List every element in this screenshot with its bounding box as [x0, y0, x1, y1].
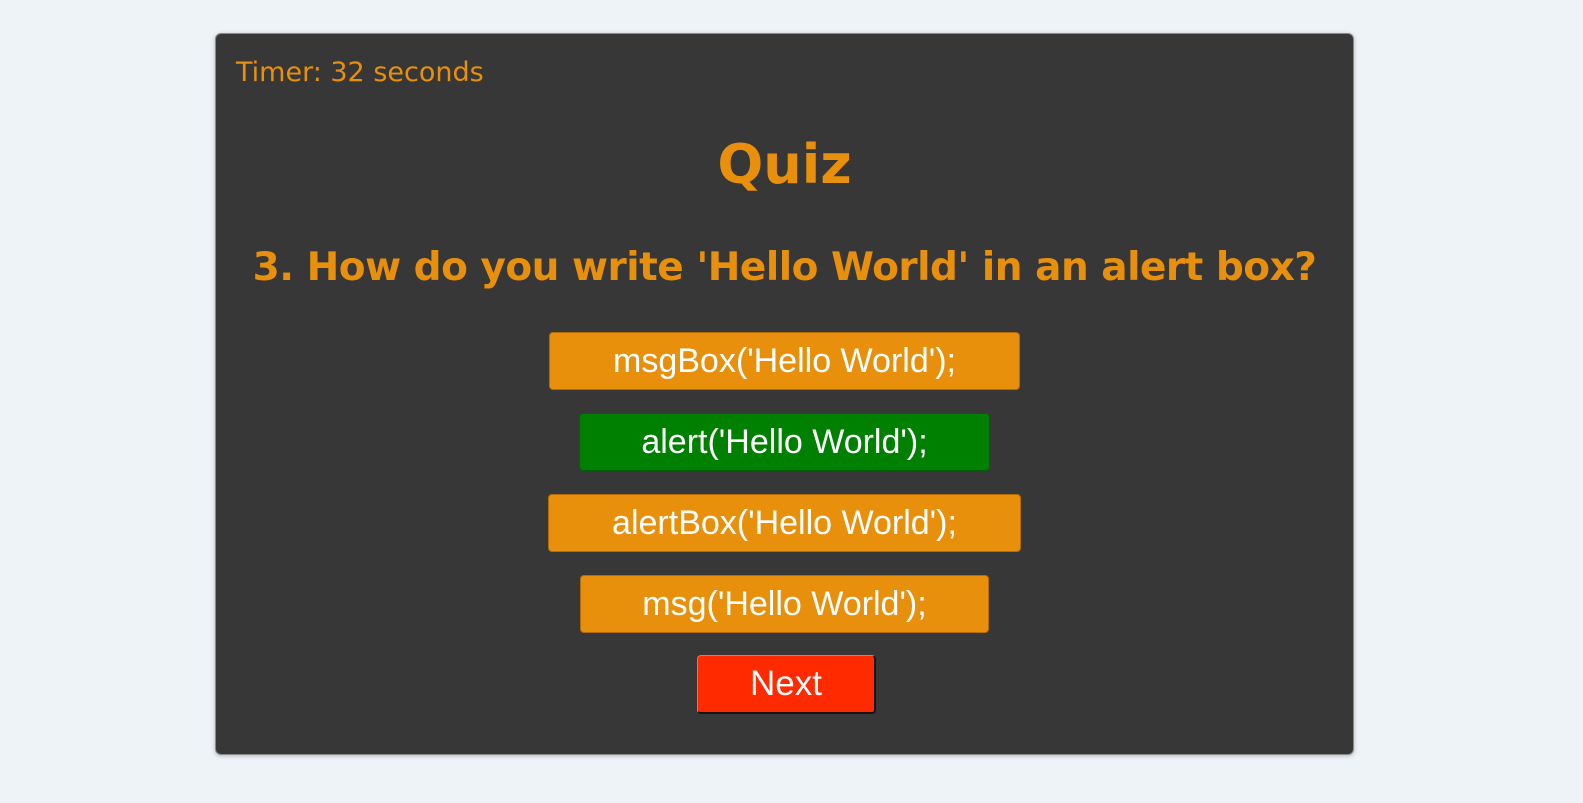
answer-list: msgBox('Hello World'); alert('Hello Worl…: [216, 332, 1353, 656]
quiz-container: Timer: 32 seconds Quiz 3. How do you wri…: [215, 33, 1354, 755]
answer-button-2-correct[interactable]: alert('Hello World');: [579, 413, 990, 471]
next-button[interactable]: Next: [697, 655, 876, 714]
answer-button-1[interactable]: msgBox('Hello World');: [549, 332, 1020, 390]
question-text: 3. How do you write 'Hello World' in an …: [252, 245, 1317, 290]
answer-button-4[interactable]: msg('Hello World');: [580, 575, 989, 633]
quiz-title: Quiz: [717, 133, 852, 196]
timer-label: Timer: 32 seconds: [236, 57, 484, 88]
answer-button-3[interactable]: alertBox('Hello World');: [548, 494, 1021, 552]
